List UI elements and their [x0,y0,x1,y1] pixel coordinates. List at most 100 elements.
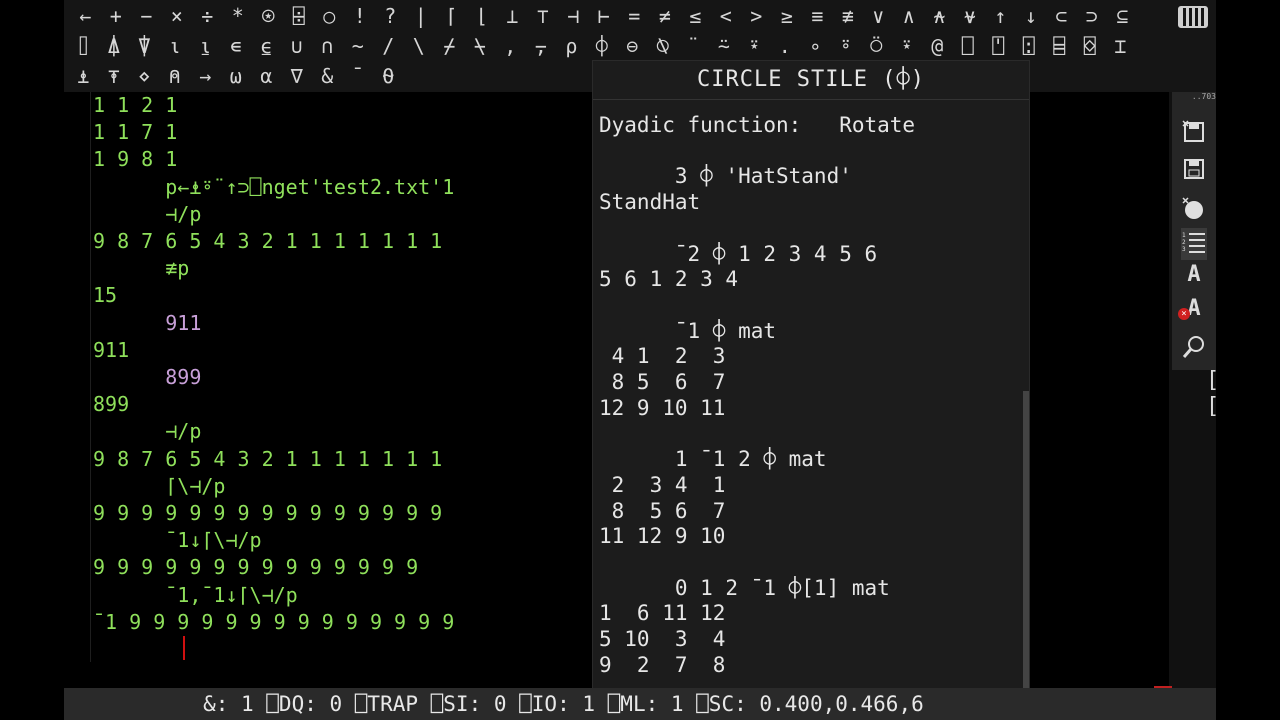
language-bar-glyph[interactable]: ⍳ [160,32,191,60]
search-icon[interactable] [1181,334,1207,360]
save-copy-icon[interactable] [1181,118,1207,144]
language-bar-glyph[interactable]: ≡ [802,2,833,30]
language-bar-glyph[interactable]: ⊥ [497,2,528,30]
language-bar-glyph[interactable]: ⍵ [221,62,252,90]
help-popup[interactable]: CIRCLE STILE (⌽) Dyadic function: Rotate… [592,60,1030,712]
language-bar-glyph[interactable]: ⍨ [709,32,740,60]
language-bar-glyph[interactable]: ⊣ [558,2,589,30]
language-bar-glyph[interactable]: ⋄ [129,62,160,90]
language-bar-glyph[interactable]: ⍟ [253,2,284,30]
language-bar-glyph[interactable]: ⌷ [68,32,99,60]
language-bar-glyph[interactable]: ⌈ [436,2,467,30]
language-bar-glyph[interactable]: ? [375,2,406,30]
language-bar-glyph[interactable]: * [223,2,254,30]
status-indicator [1154,686,1172,688]
language-bar-glyph[interactable]: ↑ [985,2,1016,30]
language-bar-glyph[interactable]: ⊆ [1107,2,1138,30]
language-bar-glyph[interactable]: / [373,32,404,60]
language-bar-glyph[interactable]: ∧ [894,2,925,30]
language-bar-glyph[interactable]: ⍀ [465,32,496,60]
language-bar-glyph[interactable]: ⍣ [892,32,923,60]
language-bar-glyph[interactable]: ⊂ [1046,2,1077,30]
language-bar-glyph[interactable]: ⍥ [861,32,892,60]
language-bar-glyph[interactable]: ⍲ [924,2,955,30]
help-body: Dyadic function: Rotate 3 ⌽ 'HatStand' S… [599,113,916,677]
language-bar-glyph[interactable]: → [190,62,221,90]
language-bar-glyph[interactable]: ! [345,2,376,30]
language-bar-glyph[interactable]: ⍝ [160,62,191,90]
language-bar-glyph[interactable]: ⍬ [373,62,404,90]
language-bar-glyph[interactable]: × [162,2,193,30]
language-bar-glyph[interactable]: ⎕ [953,32,984,60]
language-bar-glyph[interactable]: ⍞ [983,32,1014,60]
language-bar-glyph[interactable]: ⍉ [648,32,679,60]
language-bar-glyph[interactable]: ⌊ [467,2,498,30]
language-bar-glyph[interactable]: ⊖ [617,32,648,60]
language-bar-glyph[interactable]: ⍸ [190,32,221,60]
language-bar-glyph[interactable]: ⌶ [1105,32,1136,60]
language-bar-glyph[interactable]: ⌽ [587,32,618,60]
language-bar-glyph[interactable]: ∘ [800,32,831,60]
save-icon[interactable] [1181,156,1207,182]
language-bar-glyph[interactable]: ≤ [680,2,711,30]
language-bar-glyph[interactable]: ⌺ [1075,32,1106,60]
language-bar-glyph[interactable]: ≥ [772,2,803,30]
language-bar-glyph[interactable]: ∩ [312,32,343,60]
language-bar-glyph[interactable]: = [619,2,650,30]
language-bar-glyph[interactable]: ⍪ [526,32,557,60]
language-bar-glyph[interactable]: ⌹ [284,2,315,30]
keyboard-icon[interactable] [1178,6,1208,28]
language-bar-glyph[interactable]: ⊤ [528,2,559,30]
language-bar-glyph[interactable]: ⍒ [129,32,160,60]
language-bar-row-2: ⌷ ⍋ ⍒ ⍳ ⍸ ∊ ⍷ ∪ ∩ ~ / \ ⌿ ⍀, ⍪ ⍴ ⌽ ⊖ ⍉ ¨ ⍨ ⍣. ∘ ⍤ ⍥ ⍣ @ ⎕ ⍞ ⍠ ⌸ ⌺ ⌶ [64,32,1136,60]
svg-text:2: 2 [1182,239,1186,246]
language-bar-glyph[interactable]: , [495,32,526,60]
session-input-line: ⊣/p [93,201,202,226]
language-bar-glyph[interactable]: ⍴ [556,32,587,60]
language-bar-glyph[interactable]: ○ [314,2,345,30]
language-bar-glyph[interactable]: ⍠ [1014,32,1045,60]
language-bar-glyph[interactable]: + [101,2,132,30]
language-bar-glyph[interactable]: ∊ [221,32,252,60]
language-bar-glyph[interactable]: ⍋ [99,32,130,60]
language-bar-glyph[interactable]: − [131,2,162,30]
language-bar-glyph[interactable]: ⍺ [251,62,282,90]
help-title: CIRCLE STILE (⌽) [593,61,1029,100]
language-bar-glyph[interactable]: ⌿ [434,32,465,60]
language-bar-glyph[interactable]: & [312,62,343,90]
language-bar-glyph[interactable]: ⍷ [251,32,282,60]
language-bar-glyph[interactable]: \ [404,32,435,60]
record-icon[interactable] [1181,196,1207,222]
language-bar-glyph[interactable]: ⊃ [1077,2,1108,30]
language-bar-glyph[interactable]: ⍤ [831,32,862,60]
language-bar-glyph[interactable]: ≢ [833,2,864,30]
language-bar-glyph[interactable]: ≠ [650,2,681,30]
language-bar-glyph[interactable]: . [770,32,801,60]
language-bar-glyph[interactable]: ⌸ [1044,32,1075,60]
language-bar-glyph[interactable]: ⍎ [68,62,99,90]
language-bar-glyph[interactable]: ⊢ [589,2,620,30]
language-bar-glyph[interactable]: | [406,2,437,30]
language-bar-glyph[interactable]: ~ [343,32,374,60]
language-bar-glyph[interactable]: ↓ [1016,2,1047,30]
language-bar-glyph[interactable]: ∪ [282,32,313,60]
language-bar-glyph[interactable]: ÷ [192,2,223,30]
session-output-line: 9 8 7 6 5 4 3 2 1 1 1 1 1 1 1 [93,229,443,254]
font-icon[interactable]: A [1181,262,1207,288]
language-bar-glyph[interactable]: ⍕ [99,62,130,90]
font-error-icon[interactable]: A × [1178,296,1207,322]
numbered-list-icon[interactable]: 123 [1181,228,1207,260]
session-input-line: ⊣/p [93,419,202,444]
language-bar-glyph[interactable]: ¯ [343,62,374,90]
help-scrollbar[interactable] [1023,391,1029,701]
language-bar-glyph[interactable]: ∨ [863,2,894,30]
language-bar-glyph[interactable]: ¨ [678,32,709,60]
language-bar-glyph[interactable]: > [741,2,772,30]
language-bar-glyph[interactable]: ⍱ [955,2,986,30]
language-bar-glyph[interactable]: ∇ [282,62,313,90]
language-bar-glyph[interactable]: @ [922,32,953,60]
language-bar-glyph[interactable]: ← [70,2,101,30]
language-bar-glyph[interactable]: ⍣ [739,32,770,60]
language-bar-glyph[interactable]: < [711,2,742,30]
svg-text:1: 1 [1182,232,1186,239]
